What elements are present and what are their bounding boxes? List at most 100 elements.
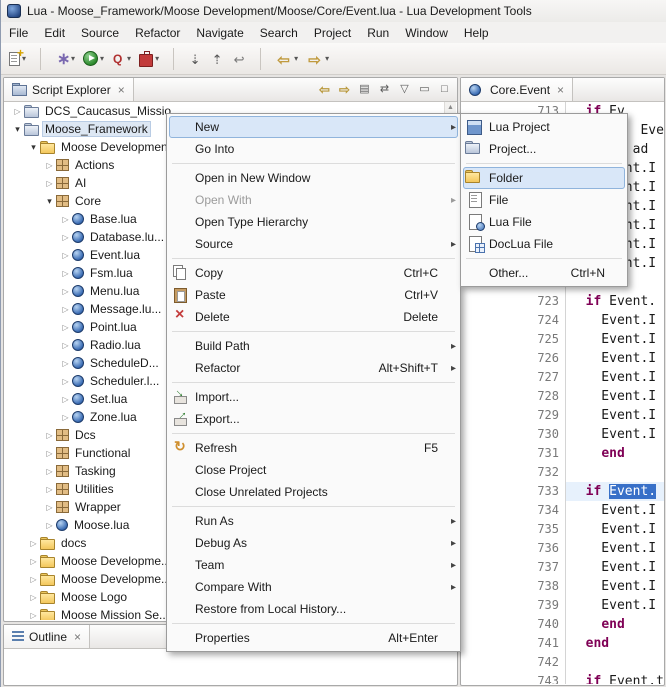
code-line[interactable]: 725 Event.I bbox=[462, 330, 664, 349]
code-line[interactable]: 741 end bbox=[462, 634, 664, 653]
menu-help[interactable]: Help bbox=[456, 24, 497, 42]
next-annotation-button[interactable] bbox=[184, 48, 206, 69]
link-with-editor-button[interactable]: ⇄ bbox=[376, 81, 393, 98]
collapsed-arrow-icon[interactable]: ▷ bbox=[43, 485, 56, 494]
menu-item-close-project[interactable]: Close Project bbox=[169, 459, 458, 481]
collapsed-arrow-icon[interactable]: ▷ bbox=[43, 521, 56, 530]
run-button[interactable]: ▾ bbox=[79, 48, 108, 69]
code-line[interactable]: 740 end bbox=[462, 615, 664, 634]
new-button[interactable]: ▾ bbox=[5, 49, 30, 69]
menu-item-build-path[interactable]: Build Path▸ bbox=[169, 335, 458, 357]
code-line[interactable]: 724 Event.I bbox=[462, 311, 664, 330]
collapsed-arrow-icon[interactable]: ▷ bbox=[59, 305, 72, 314]
collapsed-arrow-icon[interactable]: ▷ bbox=[59, 377, 72, 386]
forward-button[interactable]: ▾ bbox=[302, 48, 333, 70]
code-line[interactable]: 729 Event.I bbox=[462, 406, 664, 425]
menu-search[interactable]: Search bbox=[252, 24, 306, 42]
collapsed-arrow-icon[interactable]: ▷ bbox=[59, 395, 72, 404]
code-line[interactable]: 736 Event.I bbox=[462, 539, 664, 558]
menu-item-import[interactable]: Import... bbox=[169, 386, 458, 408]
menu-item-team[interactable]: Team▸ bbox=[169, 554, 458, 576]
launch-button[interactable]: ▾ bbox=[51, 49, 79, 69]
code-line[interactable]: 739 Event.I bbox=[462, 596, 664, 615]
collapsed-arrow-icon[interactable]: ▷ bbox=[27, 557, 40, 566]
collapsed-arrow-icon[interactable]: ▷ bbox=[59, 251, 72, 260]
collapsed-arrow-icon[interactable]: ▷ bbox=[27, 539, 40, 548]
menu-item-project[interactable]: Project... bbox=[463, 138, 625, 160]
code-line[interactable]: 731 end bbox=[462, 444, 664, 463]
collapsed-arrow-icon[interactable]: ▷ bbox=[43, 431, 56, 440]
collapsed-arrow-icon[interactable]: ▷ bbox=[59, 233, 72, 242]
forward-button[interactable]: ⇨ bbox=[336, 81, 353, 98]
code-line[interactable]: 728 Event.I bbox=[462, 387, 664, 406]
menu-item-delete[interactable]: DeleteDelete bbox=[169, 306, 458, 328]
code-line[interactable]: 737 Event.I bbox=[462, 558, 664, 577]
menu-edit[interactable]: Edit bbox=[36, 24, 73, 42]
collapsed-arrow-icon[interactable]: ▷ bbox=[27, 611, 40, 620]
back-button[interactable]: ▾ bbox=[271, 48, 302, 70]
code-line[interactable]: 738 Event.I bbox=[462, 577, 664, 596]
menu-item-restore-from-local-history[interactable]: Restore from Local History... bbox=[169, 598, 458, 620]
expanded-arrow-icon[interactable]: ▾ bbox=[27, 142, 40, 153]
menu-item-refactor[interactable]: RefactorAlt+Shift+T▸ bbox=[169, 357, 458, 379]
menu-item-compare-with[interactable]: Compare With▸ bbox=[169, 576, 458, 598]
close-icon[interactable]: × bbox=[74, 630, 81, 644]
menu-item-folder[interactable]: Folder bbox=[463, 167, 625, 189]
maximize-button[interactable]: □ bbox=[436, 81, 453, 98]
menu-source[interactable]: Source bbox=[73, 24, 127, 42]
collapsed-arrow-icon[interactable]: ▷ bbox=[27, 593, 40, 602]
tab-script-explorer[interactable]: Script Explorer × bbox=[4, 78, 134, 101]
scroll-up-icon[interactable]: ▲ bbox=[445, 104, 456, 111]
expanded-arrow-icon[interactable]: ▾ bbox=[43, 196, 56, 207]
external-tools-button[interactable]: ▾ bbox=[135, 49, 163, 68]
collapsed-arrow-icon[interactable]: ▷ bbox=[59, 413, 72, 422]
code-line[interactable]: 732 bbox=[462, 463, 664, 482]
previous-annotation-button[interactable] bbox=[206, 48, 228, 69]
back-button[interactable]: ⇦ bbox=[316, 81, 333, 98]
menu-item-copy[interactable]: CopyCtrl+C bbox=[169, 262, 458, 284]
collapsed-arrow-icon[interactable]: ▷ bbox=[11, 107, 24, 116]
menu-item-close-unrelated-projects[interactable]: Close Unrelated Projects bbox=[169, 481, 458, 503]
view-menu-button[interactable]: ▽ bbox=[396, 81, 413, 98]
tab-outline[interactable]: Outline × bbox=[4, 625, 90, 648]
collapsed-arrow-icon[interactable]: ▷ bbox=[59, 323, 72, 332]
menu-item-refresh[interactable]: RefreshF5 bbox=[169, 437, 458, 459]
menu-item-open-in-new-window[interactable]: Open in New Window bbox=[169, 167, 458, 189]
collapsed-arrow-icon[interactable]: ▷ bbox=[27, 575, 40, 584]
code-line[interactable]: 730 Event.I bbox=[462, 425, 664, 444]
collapsed-arrow-icon[interactable]: ▷ bbox=[43, 467, 56, 476]
collapse-all-button[interactable]: ▤ bbox=[356, 81, 373, 98]
menu-item-open-with[interactable]: Open With▸ bbox=[169, 189, 458, 211]
menu-run[interactable]: Run bbox=[359, 24, 397, 42]
menu-item-export[interactable]: Export... bbox=[169, 408, 458, 430]
menu-navigate[interactable]: Navigate bbox=[188, 24, 251, 42]
menu-item-file[interactable]: File bbox=[463, 189, 625, 211]
code-line[interactable]: 743 if Event.ta bbox=[462, 672, 664, 684]
menu-item-properties[interactable]: PropertiesAlt+Enter bbox=[169, 627, 458, 649]
collapsed-arrow-icon[interactable]: ▷ bbox=[59, 215, 72, 224]
menu-file[interactable]: File bbox=[1, 24, 36, 42]
collapsed-arrow-icon[interactable]: ▷ bbox=[59, 359, 72, 368]
collapsed-arrow-icon[interactable]: ▷ bbox=[43, 503, 56, 512]
tab-core-event[interactable]: Core.Event × bbox=[461, 78, 573, 101]
collapsed-arrow-icon[interactable]: ▷ bbox=[43, 161, 56, 170]
menu-item-doclua-file[interactable]: DocLua File bbox=[463, 233, 625, 255]
menu-project[interactable]: Project bbox=[306, 24, 359, 42]
menu-refactor[interactable]: Refactor bbox=[127, 24, 188, 42]
close-icon[interactable]: × bbox=[118, 83, 125, 97]
code-line[interactable]: 734 Event.I bbox=[462, 501, 664, 520]
code-line[interactable]: 727 Event.I bbox=[462, 368, 664, 387]
code-line[interactable]: 742 bbox=[462, 653, 664, 672]
menu-item-new[interactable]: New▸ bbox=[169, 116, 458, 138]
menu-item-lua-file[interactable]: Lua File bbox=[463, 211, 625, 233]
collapsed-arrow-icon[interactable]: ▷ bbox=[43, 179, 56, 188]
menu-item-run-as[interactable]: Run As▸ bbox=[169, 510, 458, 532]
menu-item-debug-as[interactable]: Debug As▸ bbox=[169, 532, 458, 554]
code-line[interactable]: 726 Event.I bbox=[462, 349, 664, 368]
collapsed-arrow-icon[interactable]: ▷ bbox=[43, 449, 56, 458]
menu-item-source[interactable]: Source▸ bbox=[169, 233, 458, 255]
minimize-button[interactable]: ▭ bbox=[416, 81, 433, 98]
menu-window[interactable]: Window bbox=[397, 24, 456, 42]
menu-item-other[interactable]: Other...Ctrl+N bbox=[463, 262, 625, 284]
close-icon[interactable]: × bbox=[557, 83, 564, 97]
